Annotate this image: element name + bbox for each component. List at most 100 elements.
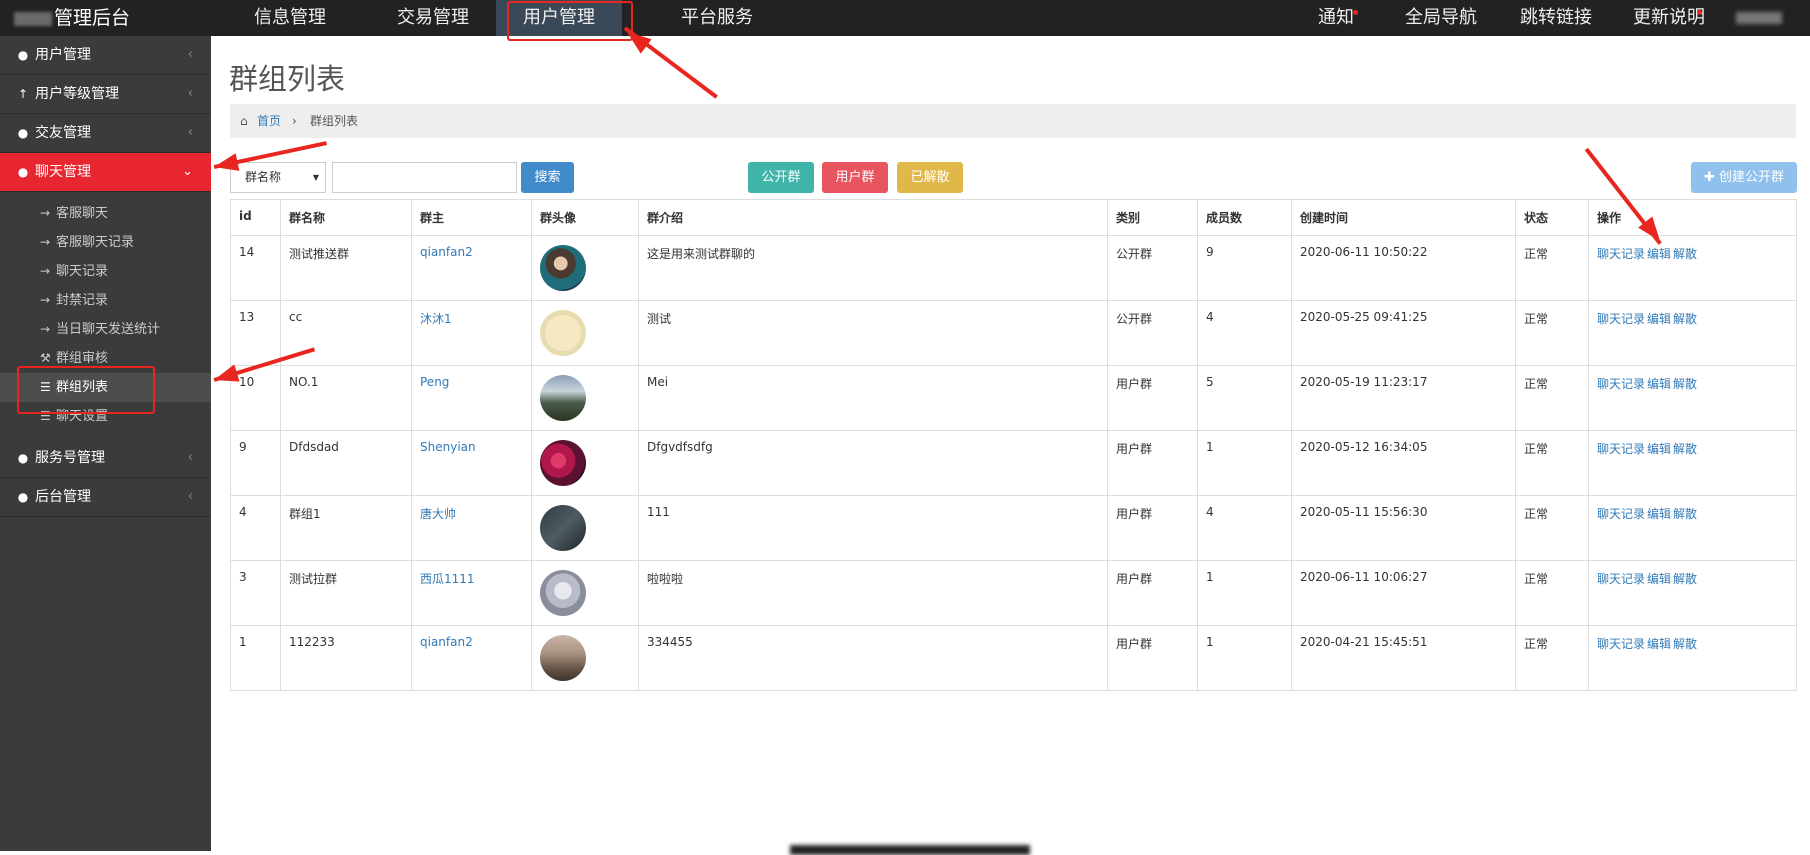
- chat-records-link[interactable]: 聊天记录: [1597, 312, 1645, 326]
- header-type: 类别: [1107, 199, 1198, 236]
- dissolve-link[interactable]: 解散: [1673, 507, 1697, 521]
- search-input[interactable]: [332, 162, 517, 193]
- sidebar-item-chat-management[interactable]: ● 聊天管理 ⌄: [0, 153, 211, 192]
- chat-records-link[interactable]: 聊天记录: [1597, 572, 1645, 586]
- sidebar-item-service-accounts[interactable]: ● 服务号管理 ‹: [0, 439, 211, 478]
- dissolve-link[interactable]: 解散: [1673, 572, 1697, 586]
- edit-link[interactable]: 编辑: [1647, 572, 1671, 586]
- highlight-box-sidebar: [17, 366, 155, 414]
- subitem-label: 封禁记录: [56, 293, 109, 308]
- edit-link[interactable]: 编辑: [1647, 442, 1671, 456]
- sidebar: ● 用户管理 ‹ ↑ 用户等级管理 ‹ ● 交友管理 ‹ ● 聊天管理 ⌄ → 客服聊天 → 客服聊…: [0, 36, 211, 851]
- sidebar-item-user-level[interactable]: ↑ 用户等级管理 ‹: [0, 75, 211, 114]
- user-icon: ●: [17, 451, 29, 465]
- cell-created: 2020-06-11 10:06:27: [1291, 560, 1516, 626]
- dissolve-link[interactable]: 解散: [1673, 442, 1697, 456]
- cell-created: 2020-05-25 09:41:25: [1291, 300, 1516, 366]
- cell-owner[interactable]: 西瓜1111: [411, 560, 532, 626]
- cell-type: 公开群: [1107, 235, 1198, 301]
- user-avatar-blurred[interactable]: [1736, 12, 1782, 24]
- top-navbar: 管理后台 信息管理 交易管理 用户管理 平台服务 通知 全局导航 跳转链接 更新…: [0, 0, 1810, 36]
- brand[interactable]: 管理后台: [14, 0, 130, 36]
- cell-name: Dfdsdad: [280, 430, 412, 496]
- sidebar-subitem-ban-records[interactable]: → 封禁记录: [0, 286, 211, 315]
- cell-id: 10: [230, 365, 281, 431]
- cell-intro: 这是用来测试群聊的: [638, 235, 1108, 301]
- arrow-up-icon: ↑: [17, 87, 29, 101]
- sidebar-item-label: 交友管理: [35, 125, 91, 141]
- dissolved-filter-button[interactable]: 已解散: [897, 162, 963, 193]
- nav-info-management[interactable]: 信息管理: [254, 0, 326, 36]
- cell-created: 2020-05-19 11:23:17: [1291, 365, 1516, 431]
- search-button[interactable]: 搜索: [521, 162, 574, 193]
- cell-members: 5: [1197, 365, 1292, 431]
- nav-global-navigation[interactable]: 全局导航: [1405, 0, 1477, 36]
- notification-dot: [1353, 10, 1358, 15]
- dissolve-link[interactable]: 解散: [1673, 377, 1697, 391]
- cell-avatar: [531, 235, 639, 301]
- cell-owner[interactable]: qianfan2: [411, 235, 532, 301]
- sidebar-subitem-cs-chat-records[interactable]: → 客服聊天记录: [0, 228, 211, 257]
- cell-owner[interactable]: Shenyian: [411, 430, 532, 496]
- nav-platform-services[interactable]: 平台服务: [681, 0, 753, 36]
- user-group-filter-button[interactable]: 用户群: [822, 162, 888, 193]
- header-avatar: 群头像: [531, 199, 639, 236]
- cell-status: 正常: [1515, 495, 1589, 561]
- sidebar-subitem-daily-stats[interactable]: → 当日聊天发送统计: [0, 315, 211, 344]
- cell-id: 4: [230, 495, 281, 561]
- cell-intro: 334455: [638, 625, 1108, 691]
- search-field-select[interactable]: 群名称 ▼: [230, 162, 326, 193]
- edit-link[interactable]: 编辑: [1647, 377, 1671, 391]
- home-icon: ⌂: [240, 114, 248, 128]
- sidebar-item-label: 后台管理: [35, 489, 91, 505]
- edit-link[interactable]: 编辑: [1647, 312, 1671, 326]
- cell-avatar: [531, 495, 639, 561]
- sidebar-item-friends[interactable]: ● 交友管理 ‹: [0, 114, 211, 153]
- chat-records-link[interactable]: 聊天记录: [1597, 247, 1645, 261]
- breadcrumb-home[interactable]: 首页: [257, 104, 281, 138]
- cell-owner[interactable]: Peng: [411, 365, 532, 431]
- subitem-label: 当日聊天发送统计: [56, 322, 161, 337]
- chevron-left-icon: ‹: [187, 489, 193, 504]
- cell-actions: 聊天记录 编辑 解散: [1588, 430, 1797, 496]
- chevron-left-icon: ‹: [187, 125, 193, 140]
- cell-owner[interactable]: qianfan2: [411, 625, 532, 691]
- chat-records-link[interactable]: 聊天记录: [1597, 637, 1645, 651]
- edit-link[interactable]: 编辑: [1647, 637, 1671, 651]
- chat-records-link[interactable]: 聊天记录: [1597, 377, 1645, 391]
- nav-jump-links[interactable]: 跳转链接: [1520, 0, 1592, 36]
- dissolve-link[interactable]: 解散: [1673, 637, 1697, 651]
- cell-actions: 聊天记录 编辑 解散: [1588, 495, 1797, 561]
- table-row: 1 112233 qianfan2 334455 用户群 1 2020-04-21 15:4…: [230, 625, 1797, 691]
- public-group-filter-button[interactable]: 公开群: [748, 162, 814, 193]
- cell-intro: Mei: [638, 365, 1108, 431]
- table-row: 3 测试拉群 西瓜1111 啦啦啦 用户群 1 2020-06-11 10:06:27 正常聊…: [230, 560, 1797, 626]
- cell-created: 2020-05-12 16:34:05: [1291, 430, 1516, 496]
- sidebar-item-backend[interactable]: ● 后台管理 ‹: [0, 478, 211, 517]
- dissolve-link[interactable]: 解散: [1673, 247, 1697, 261]
- cell-created: 2020-05-11 15:56:30: [1291, 495, 1516, 561]
- sidebar-subitem-chat-records[interactable]: → 聊天记录: [0, 257, 211, 286]
- cell-owner[interactable]: 唐大帅: [411, 495, 532, 561]
- group-avatar: [540, 570, 586, 616]
- nav-update-notes[interactable]: 更新说明: [1633, 0, 1705, 36]
- nav-trade-management[interactable]: 交易管理: [397, 0, 469, 36]
- cell-members: 1: [1197, 430, 1292, 496]
- cell-type: 公开群: [1107, 300, 1198, 366]
- dissolve-link[interactable]: 解散: [1673, 312, 1697, 326]
- cell-intro: 111: [638, 495, 1108, 561]
- group-avatar: [540, 310, 586, 356]
- create-public-group-button[interactable]: ✚ 创建公开群: [1691, 162, 1797, 193]
- nav-notifications[interactable]: 通知: [1318, 0, 1354, 36]
- cell-name: NO.1: [280, 365, 412, 431]
- header-intro: 群介绍: [638, 199, 1108, 236]
- table-row: 4 群组1 唐大帅 111 用户群 4 2020-05-11 15:56:30 正常 聊天记录编…: [230, 495, 1797, 561]
- group-avatar: [540, 505, 586, 551]
- edit-link[interactable]: 编辑: [1647, 507, 1671, 521]
- chat-records-link[interactable]: 聊天记录: [1597, 442, 1645, 456]
- edit-link[interactable]: 编辑: [1647, 247, 1671, 261]
- sidebar-subitem-cs-chat[interactable]: → 客服聊天: [0, 199, 211, 228]
- cell-owner[interactable]: 沐沐1: [411, 300, 532, 366]
- sidebar-item-user-management[interactable]: ● 用户管理 ‹: [0, 36, 211, 75]
- chat-records-link[interactable]: 聊天记录: [1597, 507, 1645, 521]
